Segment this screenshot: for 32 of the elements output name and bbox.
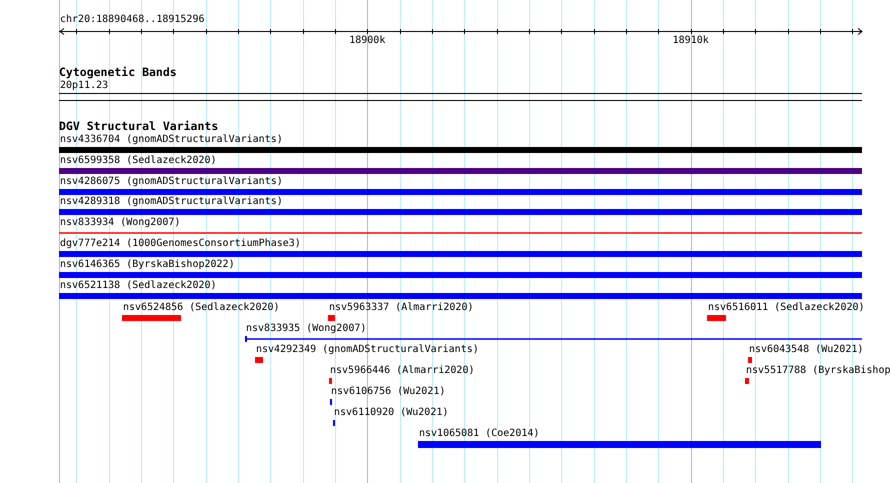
variant-bar[interactable] [59,209,862,216]
variant-label: nsv4292349 (gnomADStructuralVariants) [256,344,479,356]
track-title: DGV Structural Variants [59,120,218,132]
variant-label: nsv833934 (Wong2007) [60,217,180,230]
variant-label: dgv777e214 (1000GenomesConsortiumPhase3) [60,238,301,250]
variant-label: nsv4336704 (gnomADStructuralVariants) [60,134,283,146]
variant-label: nsv6146365 (ByrskaBishop2022) [60,258,235,271]
variant-label: nsv6599358 (Sedlazeck2020) [60,154,217,167]
variant-label: nsv4286075 (gnomADStructuralVariants) [60,176,283,188]
variant-label: nsv6521138 (Sedlazeck2020) [60,280,217,292]
variant-bar[interactable] [59,292,862,299]
variant-label: nsv5963337 (Almarri2020) [329,302,474,314]
variant-label: nsv833935 (Wong2007) [246,323,366,335]
variant-label: nsv6043548 (Wu2021) [749,344,864,356]
variant-label: nsv6524856 (Sedlazeck2020) [123,302,280,314]
variant-label: nsv5517788 (ByrskaBishop [746,365,890,377]
variant-label: nsv5966446 (Almarri2020) [330,365,474,377]
tick-label: 18900k [348,35,386,47]
variant-label: nsv4289318 (gnomADStructuralVariants) [60,196,283,208]
track-title: Cytogenetic Bands [59,66,177,78]
variant-bar[interactable] [59,168,862,174]
band-label: 20p11.23 [60,80,108,92]
variant-label: nsv1065081 (Coe2014) [419,428,540,440]
variant-bar[interactable] [59,188,862,195]
tick-label: 18910k [672,35,710,47]
variant-bar[interactable] [59,272,862,278]
position-label: chr20:18890468..18915296 [60,14,204,26]
variant-label: nsv6516011 (Sedlazeck2020) [708,302,865,314]
variant-line[interactable] [59,230,862,236]
variant-label: nsv6106756 (Wu2021) [331,386,446,398]
variant-line[interactable] [245,336,862,342]
variant-label: nsv6110920 (Wu2021) [334,407,448,419]
